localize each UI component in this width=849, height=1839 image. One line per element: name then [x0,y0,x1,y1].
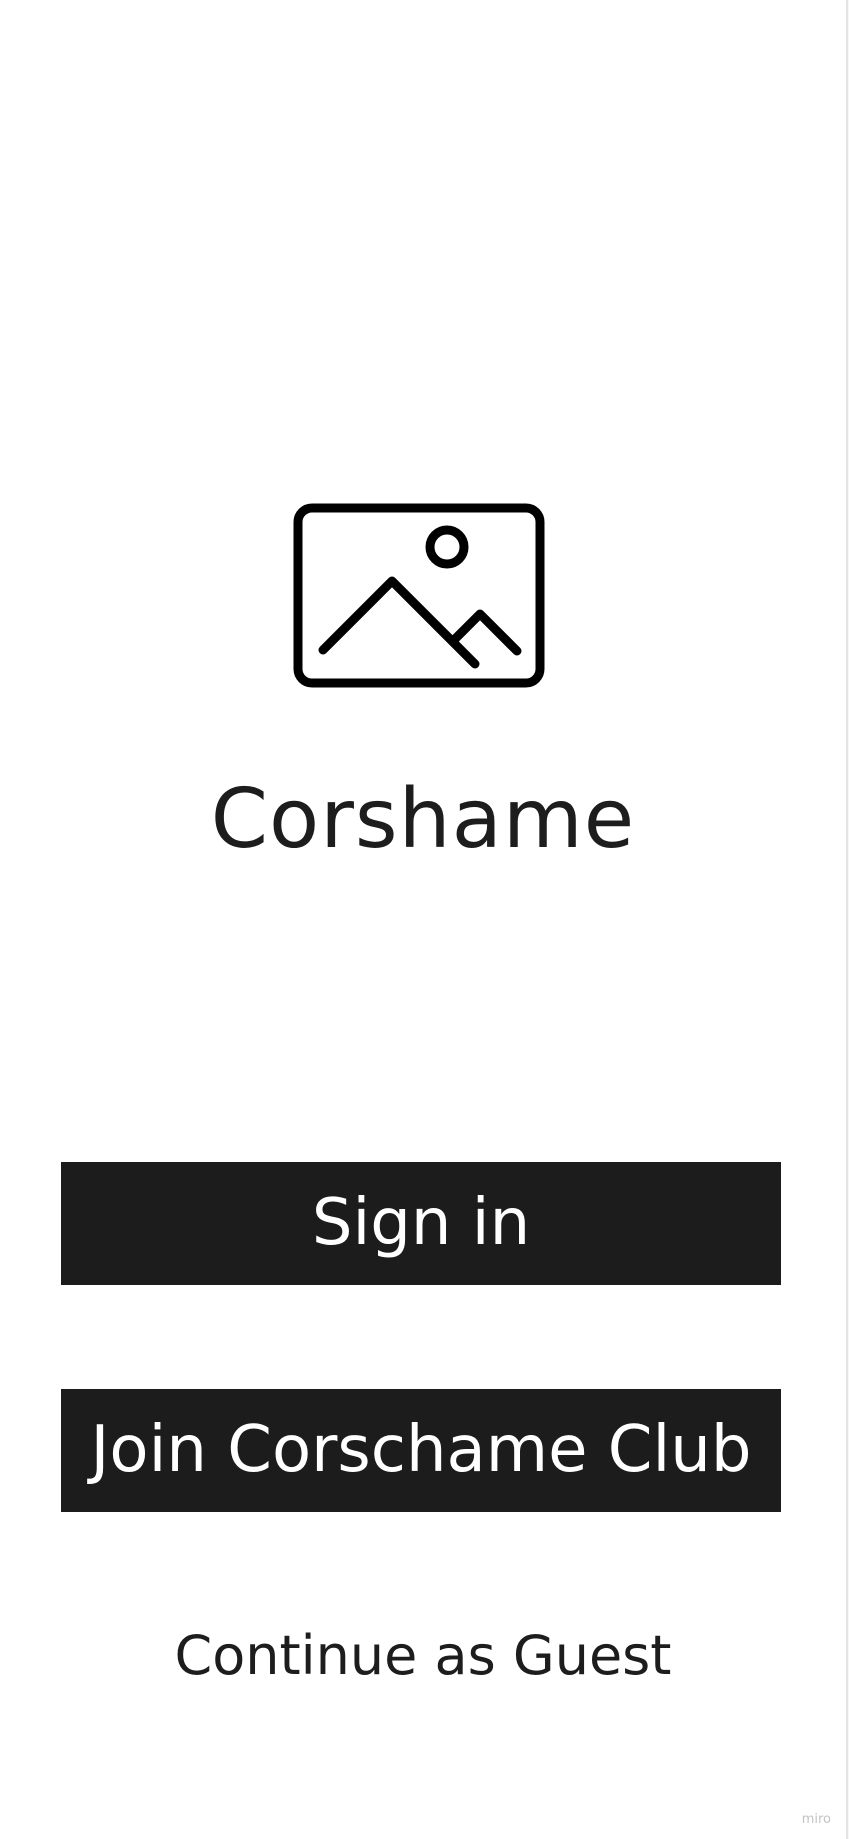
welcome-screen: Corshame Sign in Join Corschame Club Con… [0,0,848,1839]
sign-in-button[interactable]: Sign in [61,1162,781,1285]
image-placeholder-icon [293,503,545,688]
app-name-title: Corshame [210,772,636,867]
join-club-button[interactable]: Join Corschame Club [61,1389,781,1512]
continue-as-guest-link[interactable]: Continue as Guest [0,1622,846,1690]
miro-watermark: miro [801,1812,831,1827]
